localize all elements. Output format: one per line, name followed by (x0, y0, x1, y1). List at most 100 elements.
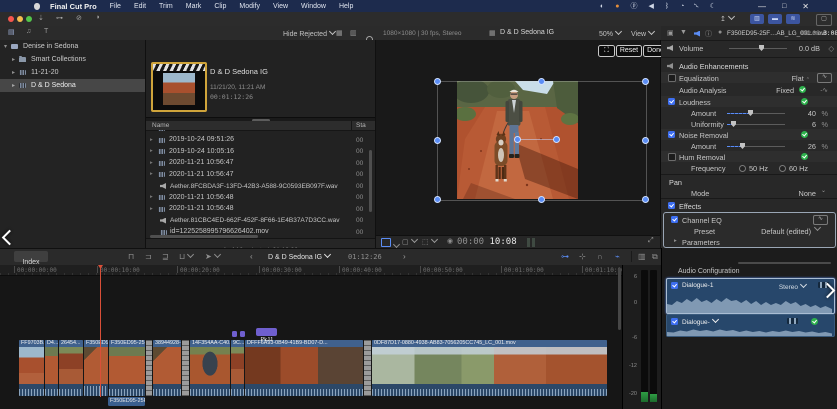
minimize-button[interactable]: — (758, 2, 766, 11)
menu-item-modify[interactable]: Modify (239, 3, 260, 10)
list-view-icon[interactable]: ▥ (350, 29, 357, 37)
parameters-disclosure-icon[interactable]: ▸ (674, 238, 677, 244)
menu-item-clip[interactable]: Clip (214, 3, 226, 10)
video-inspector-tab[interactable]: ▣ (667, 29, 674, 37)
append-edit-icon[interactable]: ⊒ (162, 252, 169, 261)
clips-sidebar-tab[interactable]: ▤ (8, 28, 15, 36)
mini-audio-meter-left[interactable] (527, 238, 530, 247)
clip-filmstrip-thumbnail[interactable] (151, 62, 207, 112)
app-status-icon[interactable]: ● (615, 3, 619, 10)
table-row[interactable]: Aether.81CBC4ED-662F-452F-8F66-1E4B37A7D… (146, 215, 375, 227)
timeline-clip[interactable]: F350ED95-25... (109, 340, 145, 396)
anchor-point-handle[interactable] (514, 136, 521, 143)
disclosure-closed-icon[interactable]: ▸ (150, 130, 153, 131)
dialogue2-name-popup[interactable]: Dialogue- (682, 315, 719, 326)
transform-handle-bottom-mid[interactable] (538, 196, 545, 203)
timeline-clip[interactable]: 38944928-... (153, 340, 181, 396)
volume-slider[interactable] (729, 45, 787, 51)
audio-component-dialogue-2[interactable]: Dialogue- (666, 314, 835, 337)
inspector-toggle[interactable]: ▢ (816, 14, 832, 26)
channel-eq-checkbox[interactable] (671, 216, 678, 223)
notifications-icon[interactable]: ◗ (96, 14, 100, 21)
channel-eq-box[interactable]: Channel EQ ∿ Preset Default (edited) ▸ P… (663, 212, 836, 248)
analysis-graph-icon[interactable]: -∿ (820, 86, 828, 94)
channel-eq-parameters[interactable]: Parameters (682, 238, 720, 247)
frequency-60hz-radio[interactable] (779, 164, 786, 172)
menu-item-edit[interactable]: Edit (134, 3, 146, 10)
skimming-icon[interactable]: ⊹ (579, 252, 586, 261)
disclosure-closed-icon[interactable]: ▸ (150, 137, 153, 143)
effects-checkbox[interactable] (668, 202, 675, 209)
viewer-view-menu[interactable]: View (631, 27, 656, 38)
traffic-light-zoom[interactable] (26, 16, 32, 22)
column-start[interactable]: Sta (356, 122, 366, 129)
playhead[interactable] (100, 265, 101, 397)
channel-eq-preset-popup[interactable]: Default (edited) (761, 227, 811, 236)
loudness-amount-slider[interactable] (727, 110, 785, 116)
transform-handle-top-mid[interactable] (538, 78, 545, 85)
apple-menu-icon[interactable] (34, 2, 40, 10)
timeline-forward-icon[interactable]: › (403, 252, 406, 261)
crop-tool-button[interactable]: ▢ (402, 235, 418, 246)
todo-marker-badge[interactable]: PkJJ (256, 328, 277, 343)
insert-edit-icon[interactable]: ⊐ (145, 252, 152, 261)
transform-handle-bottom-left[interactable] (434, 196, 441, 203)
audio-meters-toggle-icon[interactable]: ▥ (638, 252, 646, 261)
channel-eq-edit-button[interactable]: ∿ (813, 215, 828, 225)
sidebar-item-event-dd-sedona[interactable]: ▸ D & D Sedona (0, 79, 145, 92)
disclosure-closed-icon[interactable]: ▸ (12, 56, 15, 63)
info-inspector-tab[interactable]: ⓘ (705, 29, 712, 39)
disclosure-closed-icon[interactable]: ▸ (150, 160, 153, 166)
table-row[interactable]: ▸ 2020-11-21 10:56:48 00 (146, 204, 375, 216)
audio-component-dialogue-1[interactable]: Dialogue-1 Stereo (666, 278, 835, 314)
keyword-editor-icon[interactable]: ⊶ (56, 14, 63, 22)
timeline-clip[interactable]: F350ED9... (84, 340, 108, 396)
disclosure-closed-icon[interactable]: ▸ (150, 206, 153, 212)
transform-bounding-box[interactable] (437, 81, 647, 201)
transform-tool-button[interactable] (381, 238, 391, 247)
transform-fit-button[interactable]: ⛶ (598, 45, 615, 57)
distort-tool-button[interactable]: ⬚ (422, 235, 438, 246)
timeline-project-menu[interactable]: D & D Sedona IG (268, 250, 332, 261)
disclosure-closed-icon[interactable]: ▸ (12, 82, 15, 89)
moon-status-icon[interactable]: ☾ (710, 2, 716, 10)
connect-edit-icon[interactable]: ⊓ (128, 252, 134, 261)
hum-removal-checkbox[interactable] (668, 153, 676, 161)
timeline-clip[interactable]: DFFF6A93-0B49-41B9-BD07-D... (245, 340, 363, 396)
keyframe-icon[interactable]: ◇ (828, 44, 834, 53)
config-scrollbar[interactable] (738, 262, 831, 264)
traffic-light-minimize[interactable] (17, 16, 23, 22)
transform-handle-top-right[interactable] (642, 78, 649, 85)
traffic-light-close[interactable] (8, 16, 14, 22)
snapping-icon[interactable]: ⌁ (615, 252, 620, 261)
transform-handle-mid-right[interactable] (642, 137, 649, 144)
timeline-back-icon[interactable]: ‹ (250, 252, 253, 261)
transition-clip[interactable] (146, 340, 152, 396)
mini-audio-meter-right[interactable] (532, 238, 535, 247)
menu-item-file[interactable]: File (110, 3, 121, 10)
bluetooth-status-icon[interactable]: ᛒ (665, 3, 669, 10)
audio-analysis-value[interactable]: Fixed (776, 86, 794, 95)
disclosure-closed-icon[interactable]: ▸ (150, 171, 153, 177)
maximize-button[interactable]: □ (782, 3, 786, 10)
parallels-status-icon[interactable]: ⓟ (630, 1, 637, 11)
import-media-icon[interactable]: ⇣ (38, 14, 44, 22)
noise-amount-slider[interactable] (727, 143, 785, 149)
close-button[interactable]: ✕ (802, 2, 809, 11)
noise-removal-checkbox[interactable] (668, 131, 675, 138)
menu-item-window[interactable]: Window (301, 3, 326, 10)
browser-view-toggle[interactable]: ▥ (750, 14, 764, 24)
timeline-clip[interactable]: 0DF87D17-0880-4938-AB83-7056205CC745_LC_… (372, 340, 607, 396)
sidebar-item-library[interactable]: ▾ Denise in Sedona (0, 40, 145, 53)
index-button[interactable]: Index (14, 251, 48, 266)
frequency-50hz-radio[interactable] (739, 164, 746, 172)
disclosure-closed-icon[interactable]: ▸ (150, 148, 153, 154)
sidebar-item-smart-collections[interactable]: ▸ Smart Collections (0, 53, 145, 66)
transform-handle-top-left[interactable] (434, 78, 441, 85)
transform-handle-mid-left[interactable] (434, 137, 441, 144)
table-row[interactable]: Aether.8FCBDA3F-13FD-42B3-A588-9C0593EB0… (146, 181, 375, 193)
fullscreen-icon[interactable]: ⤢ (648, 237, 654, 245)
photos-audio-sidebar-tab[interactable]: ♫ (26, 28, 31, 35)
audio-skimming-icon[interactable]: ⊶ (561, 252, 569, 261)
disclosure-closed-icon[interactable]: ▸ (150, 194, 153, 200)
